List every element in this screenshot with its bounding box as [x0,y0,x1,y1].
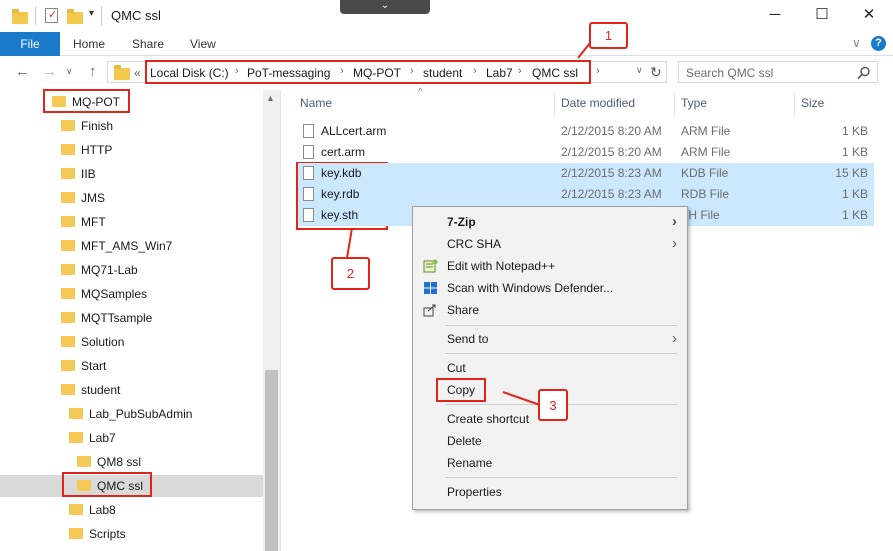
annotation-connectors [346,42,591,406]
annotation-callout-3: 3 [538,389,568,421]
annotation-callout-2: 2 [331,257,370,290]
annotation-callout-1: 1 [589,22,628,49]
